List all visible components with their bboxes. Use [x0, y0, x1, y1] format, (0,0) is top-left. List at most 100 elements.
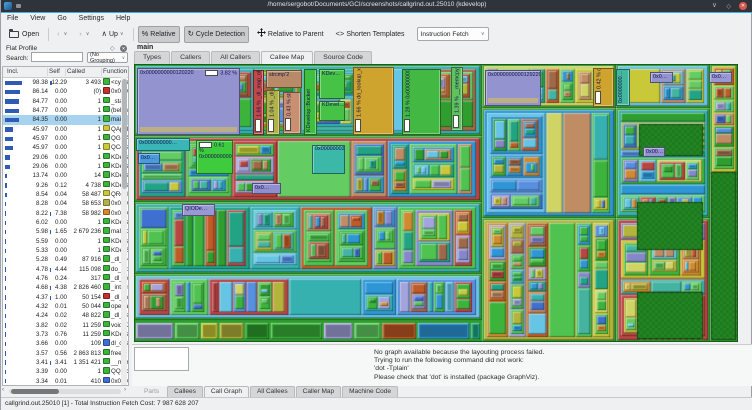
table-row[interactable]: 86.140.00(0)0x0000000... — [3, 87, 128, 96]
table-row[interactable]: 29.060.001KDevelop::... — [3, 162, 128, 171]
table-row[interactable]: 6.020.001KDevelop::... — [3, 218, 128, 227]
treemap-block[interactable]: KDevelop::Bucket — [304, 69, 317, 135]
status-text: callgrind.out.25010 [1] - Total Instruct… — [5, 400, 199, 407]
tab-callers[interactable]: Callers — [171, 51, 210, 64]
forward-button[interactable]: ›∨ — [75, 26, 93, 43]
vertical-scrollbar[interactable] — [121, 77, 127, 385]
table-row[interactable]: 29.060.001KDevelop::... — [3, 153, 128, 162]
column-function[interactable]: Function — [103, 68, 127, 75]
event-type-dropdown[interactable]: Instruction Fetch∨ — [417, 27, 489, 41]
treemap-block[interactable]: 0x0… — [650, 72, 673, 83]
treemap-block[interactable]: strcmp'2 — [266, 70, 302, 88]
menu-settings[interactable]: Settings — [73, 15, 110, 22]
table-row[interactable]: 3.660.00109dl_open_w... — [3, 339, 128, 348]
table-header[interactable]: Incl. Self Called Function — [3, 67, 128, 78]
treemap-block[interactable]: 1.66 % do_lookup_x — [353, 67, 394, 135]
horizontal-scrollbar[interactable] — [9, 389, 121, 394]
treemap-block[interactable]: 0x0… — [709, 72, 732, 83]
table-row[interactable]: 3.820.0211 259void KDeve... — [3, 321, 128, 330]
table-row[interactable]: 84.770.001_start — [3, 97, 128, 106]
treemap-block[interactable]: 1.66 % _dl_map_object — [253, 70, 264, 135]
scroll-right-icon[interactable]: › — [124, 387, 126, 393]
table-row[interactable]: 3.730.7611 259KDevelop::... — [3, 330, 128, 339]
treemap-block[interactable]: 0x0… — [252, 183, 281, 194]
cycle-detection-button[interactable]: ↻Cycle Detection — [184, 26, 249, 43]
table-row[interactable]: 5.330.001KDevSplash... — [3, 246, 128, 255]
bottom-tab-machine-code[interactable]: Machine Code — [342, 386, 398, 397]
table-row[interactable]: 84.350.001main — [3, 115, 128, 124]
treemap-block[interactable]: 0.61 % 0x00000000002d1b10 — [196, 140, 233, 174]
treemap-block[interactable]: 0x0000000… — [616, 69, 630, 106]
shorten-templates-button[interactable]: <>Shorten Templates — [332, 26, 409, 43]
table-row[interactable]: 4.684.382 826 460_int_malloc — [3, 283, 128, 292]
treemap-block[interactable]: 0x00000000001202203.82 % — [137, 68, 240, 135]
scroll-left-icon[interactable]: ‹ — [2, 387, 4, 393]
tab-all-callers[interactable]: All Callers — [211, 51, 260, 64]
treemap-block[interactable]: 0.42 % do_lookup_x — [593, 68, 614, 107]
titlebar[interactable]: /home/sergobot/Documents/GCI/screenshots… — [1, 0, 752, 13]
table-row[interactable]: 4.784.44115 098do_lookup_... — [3, 265, 128, 274]
function-type-icon — [103, 153, 110, 160]
table-row[interactable]: 8.280.0458 6530x0000000... — [3, 199, 128, 208]
back-button[interactable]: ‹∨ — [53, 26, 71, 43]
table-row[interactable]: 9.260.124 738KDevelop::... — [3, 181, 128, 190]
table-row[interactable]: 4.760.24317_dl_relocat... — [3, 274, 128, 283]
callee-map[interactable]: 0x00000000001202203.82 % 1.66 % _dl_map_o… — [134, 64, 738, 342]
table-row[interactable]: 8.540.0458 487QRegExp::... — [3, 190, 128, 199]
bottom-tab-caller-map[interactable]: Caller Map — [296, 386, 341, 397]
treemap-block[interactable]: 0x00000000001292201.14 % — [485, 70, 541, 106]
table-row[interactable]: 13.740.0014KDevelop::... — [3, 171, 128, 180]
treemap-block[interactable]: QIODe… — [182, 204, 215, 216]
treemap-block[interactable]: 0x000000034034be8 — [312, 145, 345, 174]
menu-file[interactable]: File — [1, 15, 24, 22]
maximize-button[interactable]: ◇ — [726, 2, 731, 12]
table-row[interactable]: 8.227.3858 9820x0000000... — [3, 209, 128, 218]
table-row[interactable]: 3.413.411 351 421__memcpy_... — [3, 358, 128, 367]
tab-callee-map[interactable]: Callee Map — [261, 51, 313, 64]
table-row[interactable]: 84.770.001(below mai... — [3, 106, 128, 115]
table-row[interactable]: 3.390.001QQuickVie... — [3, 367, 128, 376]
relative-to-parent-button[interactable]: Relative to Parent — [253, 26, 328, 43]
table-row[interactable]: 3.570.562 863 813free — [3, 349, 128, 358]
grouping-dropdown[interactable]: (No Grouping) ∨ — [87, 52, 128, 63]
flat-profile-table[interactable]: Incl. Self Called Function 98.3812.293 4… — [2, 66, 129, 386]
table-row[interactable]: 5.280.4987 916_dl_lookup... — [3, 255, 128, 264]
table-row[interactable]: 4.320.0150 044openaux — [3, 302, 128, 311]
treemap-block[interactable]: 0x000000000… — [136, 138, 190, 151]
table-row[interactable]: 4.240.0248 822_dl_catch_... — [3, 311, 128, 320]
minimize-button[interactable]: ∨ — [712, 1, 717, 11]
bottom-tab-callees[interactable]: Callees — [167, 386, 203, 397]
bottom-tab-all-callees[interactable]: All Callees — [250, 386, 295, 397]
search-input[interactable] — [31, 52, 83, 62]
table-row[interactable]: 5.590.001KDevelop::... — [3, 237, 128, 246]
bottom-tab-call-graph[interactable]: Call Graph — [204, 386, 249, 397]
table-row[interactable]: 45.970.001QApplicati... — [3, 125, 128, 134]
menu-go[interactable]: Go — [51, 15, 72, 22]
treemap-block[interactable]: 1.04 % _dl_name_match_p — [266, 90, 280, 135]
relative-button[interactable]: %Relative — [138, 26, 180, 43]
close-button[interactable]: ✕ — [739, 2, 747, 10]
treemap-block[interactable]: KDev… — [319, 69, 345, 99]
table-row[interactable]: 45.970.001QGuiApplic... — [3, 134, 128, 143]
open-button[interactable]: Open — [5, 26, 43, 43]
table-row[interactable]: 98.3812.293 493<cycle 42> — [3, 78, 128, 87]
up-button[interactable]: ∧Up∨ — [97, 26, 127, 43]
table-row[interactable]: 5.981.652 679 236malloc — [3, 227, 128, 236]
menu-help[interactable]: Help — [110, 15, 136, 22]
treemap-block[interactable]: 0x00… — [643, 147, 665, 157]
column-called[interactable]: Called — [67, 68, 85, 75]
table-row[interactable]: 3.340.014100x0000000... — [3, 377, 128, 386]
tab-source-code[interactable]: Source Code — [314, 51, 372, 64]
treemap-block[interactable]: 0x0… — [138, 153, 160, 164]
table-row[interactable]: 4.371.0050 154_dl_map_o... — [3, 293, 128, 302]
column-self[interactable]: Self — [49, 68, 60, 75]
menu-view[interactable]: View — [24, 15, 51, 22]
function-type-icon — [103, 349, 110, 356]
column-incl[interactable]: Incl. — [7, 68, 19, 75]
treemap-block[interactable]: 1.28 % 0x00000000031f54e0 — [402, 69, 441, 135]
treemap-block[interactable]: 0.43 % strcmp'2 — [283, 92, 301, 134]
tab-types[interactable]: Types — [134, 51, 170, 64]
treemap-block[interactable]: KDevel…::Bucke… — [319, 101, 345, 121]
treemap-block[interactable]: 1.39 % __memcpy_sse2_unaligned — [451, 67, 463, 131]
table-row[interactable]: 45.970.001QCoreAppl... — [3, 143, 128, 152]
